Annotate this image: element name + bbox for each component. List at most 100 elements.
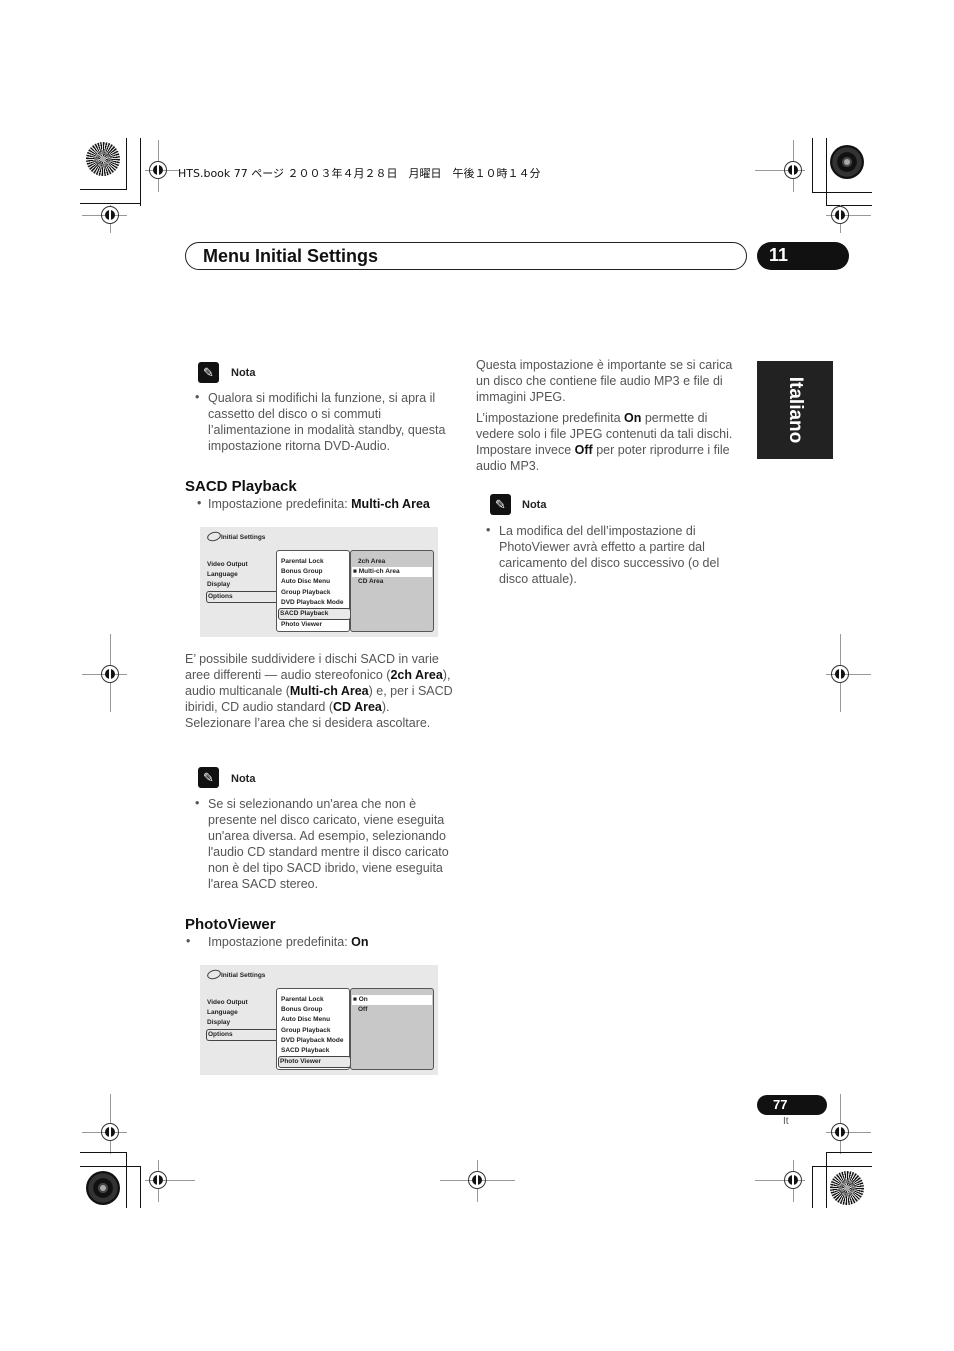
crop-line bbox=[80, 189, 127, 190]
note-label: Nota bbox=[522, 499, 547, 511]
page-number-badge: 77 bbox=[757, 1095, 827, 1115]
osd-option: Off bbox=[358, 1006, 368, 1014]
print-header: HTS.book 77 ページ ２００３年４月２８日 月曜日 午後１０時１４分 bbox=[178, 167, 541, 180]
crop-line bbox=[126, 138, 127, 190]
osd-item: Parental Lock bbox=[281, 558, 324, 565]
default-value: Multi-ch Area bbox=[351, 497, 430, 511]
page-language-code: It bbox=[783, 1116, 789, 1127]
osd-screenshot-sacd: Initial Settings Video Output Language D… bbox=[200, 527, 438, 637]
osd-options: ■ On Off bbox=[352, 995, 432, 1015]
osd-item-selected: Options bbox=[206, 590, 278, 603]
osd-screenshot-photoviewer: Initial Settings Video Output Language D… bbox=[200, 965, 438, 1075]
osd-submenu: Parental Lock Bonus Group Auto Disc Menu… bbox=[278, 557, 351, 630]
bullet: • bbox=[197, 496, 202, 510]
photoviewer-default: Impostazione predefinita: On bbox=[208, 935, 369, 949]
osd-item: Bonus Group bbox=[281, 568, 323, 576]
crop-line bbox=[80, 1166, 141, 1167]
crop-line bbox=[812, 192, 872, 193]
registration-mark-icon bbox=[101, 206, 119, 224]
registration-mark-icon bbox=[784, 161, 802, 179]
registration-star-icon bbox=[86, 1171, 120, 1205]
registration-mark-icon bbox=[468, 1171, 486, 1189]
osd-item: Auto Disc Menu bbox=[281, 1016, 331, 1024]
section-title-bar: Menu Initial Settings bbox=[185, 242, 747, 270]
osd-item: Video Output bbox=[207, 561, 248, 568]
osd-main-menu: Video Output Language Display Options bbox=[206, 560, 278, 603]
page-number: 77 bbox=[773, 1097, 788, 1112]
section-title: Menu Initial Settings bbox=[203, 246, 379, 266]
note-text: La modifica del dell’impostazione di Pho… bbox=[499, 524, 720, 586]
registration-mark-icon bbox=[101, 1123, 119, 1141]
pencil-note-icon: ✎ bbox=[490, 494, 511, 515]
osd-item: DVD Playback Mode bbox=[281, 1036, 344, 1044]
language-tab: Italiano bbox=[757, 361, 833, 459]
osd-item: Parental Lock bbox=[281, 996, 324, 1003]
registration-mark-icon bbox=[831, 206, 849, 224]
osd-item: Group Playback bbox=[281, 1026, 331, 1034]
sacd-default: Impostazione predefinita: Multi-ch Area bbox=[208, 496, 468, 512]
sacd-heading: SACD Playback bbox=[185, 478, 297, 495]
crop-line bbox=[80, 203, 141, 204]
osd-item: Display bbox=[207, 581, 231, 589]
osd-item: Bonus Group bbox=[281, 1006, 323, 1014]
chapter-number: 11 bbox=[769, 245, 789, 265]
osd-item: Photo Viewer bbox=[281, 621, 323, 629]
crop-line bbox=[140, 1166, 141, 1208]
sacd-paragraph: E’ possibile suddividere i dischi SACD i… bbox=[185, 652, 453, 730]
osd-item: Language bbox=[207, 1009, 238, 1017]
crop-line bbox=[80, 1152, 127, 1153]
photoviewer-explanation: L’impostazione predefinita On permette d… bbox=[476, 411, 733, 473]
registration-mark-icon bbox=[784, 1171, 802, 1189]
osd-option-selected: ■ Multi-ch Area bbox=[352, 567, 432, 578]
crop-line bbox=[812, 1166, 813, 1208]
default-prefix: Impostazione predefinita: bbox=[208, 497, 352, 511]
chapter-badge: 11 bbox=[757, 242, 849, 270]
photoviewer-intro: Questa impostazione è importante se si c… bbox=[476, 358, 733, 404]
registration-mark-icon bbox=[149, 1171, 167, 1189]
registration-mark-icon bbox=[831, 1123, 849, 1141]
osd-item: Auto Disc Menu bbox=[281, 578, 331, 586]
note-text: Se si selezionando un'area che non è pre… bbox=[208, 797, 449, 891]
osd-item-selected: Photo Viewer bbox=[278, 1056, 351, 1069]
note-text: Qualora si modifichi la funzione, si apr… bbox=[208, 391, 446, 453]
osd-item: SACD Playback bbox=[281, 1046, 330, 1054]
registration-star-icon bbox=[86, 142, 120, 176]
osd-main-menu: Video Output Language Display Options bbox=[206, 998, 278, 1041]
registration-star-icon bbox=[830, 145, 864, 179]
crop-line bbox=[826, 138, 827, 206]
crop-line bbox=[826, 205, 872, 206]
bullet: • bbox=[186, 934, 191, 948]
note-label: Nota bbox=[231, 773, 256, 785]
disc-icon bbox=[206, 530, 222, 543]
disc-icon bbox=[206, 968, 222, 981]
osd-item: Language bbox=[207, 571, 238, 579]
osd-item-selected: Options bbox=[206, 1028, 278, 1041]
crop-line bbox=[826, 1152, 872, 1153]
osd-item-selected: SACD Playback bbox=[278, 607, 351, 621]
pencil-note-icon: ✎ bbox=[198, 362, 219, 383]
pencil-note-icon: ✎ bbox=[198, 767, 219, 788]
bullet: • bbox=[195, 390, 200, 404]
registration-star-icon bbox=[830, 1171, 864, 1205]
photoviewer-heading: PhotoViewer bbox=[185, 916, 276, 933]
crop-line bbox=[812, 138, 813, 193]
osd-option-selected: ■ On bbox=[352, 995, 432, 1006]
crop-line bbox=[826, 1152, 827, 1208]
registration-mark-icon bbox=[101, 665, 119, 683]
osd-title: Initial Settings bbox=[221, 534, 266, 541]
osd-title: Initial Settings bbox=[221, 972, 266, 979]
osd-item: Video Output bbox=[207, 999, 248, 1006]
osd-item: DVD Playback Mode bbox=[281, 598, 344, 606]
registration-mark-icon bbox=[831, 665, 849, 683]
bullet: • bbox=[195, 796, 200, 810]
osd-submenu: Parental Lock Bonus Group Auto Disc Menu… bbox=[278, 995, 351, 1069]
registration-mark-icon bbox=[149, 161, 167, 179]
osd-option: CD Area bbox=[358, 578, 384, 586]
crop-line bbox=[126, 1152, 127, 1208]
bullet: • bbox=[486, 523, 491, 537]
osd-options: 2ch Area ■ Multi-ch Area CD Area bbox=[352, 557, 432, 588]
note-label: Nota bbox=[231, 367, 256, 379]
crop-line bbox=[812, 1166, 872, 1167]
osd-item: Display bbox=[207, 1019, 231, 1027]
osd-item: Group Playback bbox=[281, 588, 331, 596]
